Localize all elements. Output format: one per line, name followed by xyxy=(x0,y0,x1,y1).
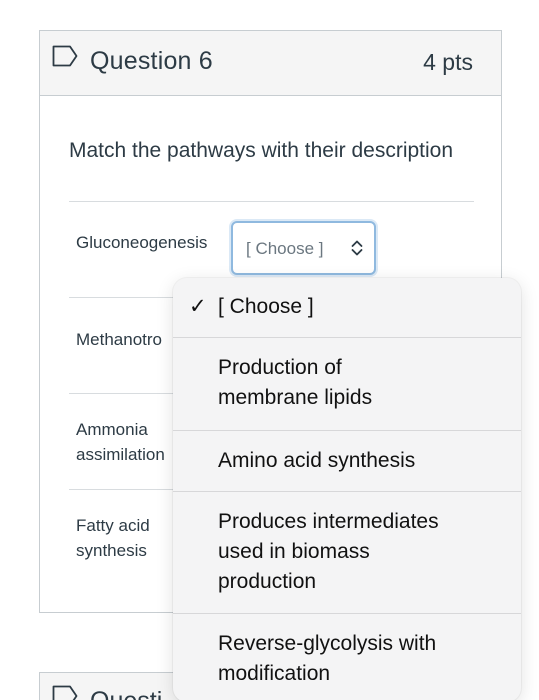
question-header: Question 6 4 pts xyxy=(40,31,501,96)
next-question-title: Questi xyxy=(90,687,162,700)
match-label-methanotroph: Methanotro xyxy=(76,330,162,349)
option-label: Produces intermediates used in biomass p… xyxy=(218,510,439,593)
dropdown-option-reverse-glycolysis[interactable]: Reverse-glycolysis with modification xyxy=(173,614,521,700)
option-label: Amino acid synthesis xyxy=(218,449,416,472)
divider xyxy=(69,201,474,202)
match-label-ammonia-assimilation: Ammonia assimilation xyxy=(76,420,165,464)
select-dropdown-menu: ✓ [ Choose ] Production of membrane lipi… xyxy=(173,278,521,700)
option-label: Production of membrane lipids xyxy=(218,356,373,409)
question-points: 4 pts xyxy=(423,49,473,75)
option-label: [ Choose ] xyxy=(218,295,314,318)
question-title: Question 6 xyxy=(90,47,213,75)
checkmark-icon: ✓ xyxy=(189,295,207,318)
dropdown-option-membrane-lipids[interactable]: Production of membrane lipids xyxy=(173,338,521,430)
question-prompt: Match the pathways with their descriptio… xyxy=(69,139,454,162)
match-label-fatty-acid-synthesis: Fatty acid synthesis xyxy=(76,516,150,560)
dropdown-option-choose[interactable]: ✓ [ Choose ] xyxy=(173,278,521,337)
dropdown-option-biomass-intermediates[interactable]: Produces intermediates used in biomass p… xyxy=(173,492,521,613)
answer-select[interactable]: [ Choose ] xyxy=(231,221,376,275)
select-value: [ Choose ] xyxy=(246,239,324,258)
flag-outline-icon[interactable] xyxy=(52,685,78,700)
quiz-page: Question 6 4 pts Match the pathways with… xyxy=(0,0,539,700)
dropdown-option-amino-acid-synthesis[interactable]: Amino acid synthesis xyxy=(173,431,521,491)
option-label: Reverse-glycolysis with modification xyxy=(218,632,437,685)
match-label-gluconeogenesis: Gluconeogenesis xyxy=(76,233,208,252)
flag-outline-icon[interactable] xyxy=(52,45,78,67)
updown-chevron-icon xyxy=(351,240,363,256)
